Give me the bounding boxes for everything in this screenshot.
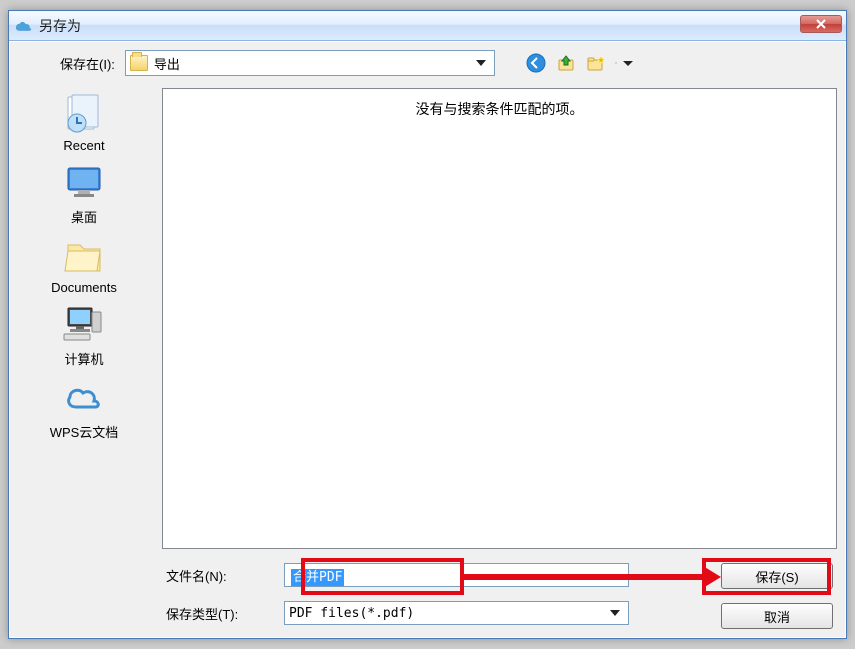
view-icon [615,54,617,72]
back-icon [526,53,546,73]
chevron-down-icon [623,61,633,66]
up-icon [556,53,576,73]
filetype-value: PDF files(*.pdf) [289,606,414,621]
save-as-dialog: 另存为 保存在(I): 导出 [8,10,847,639]
places-computer[interactable]: 计算机 [10,303,158,368]
filetype-combo[interactable]: PDF files(*.pdf) [284,601,629,625]
cancel-button-label: 取消 [764,607,790,626]
desktop-icon [61,161,107,205]
places-documents[interactable]: Documents [10,234,158,295]
close-icon [815,19,827,29]
cloud-icon [15,20,33,32]
save-button[interactable]: 保存(S) [721,563,833,589]
chevron-down-icon [476,60,486,66]
new-folder-icon [586,53,606,73]
places-recent[interactable]: Recent [10,92,158,153]
button-column: 保存(S) 取消 [721,563,833,629]
save-in-combo[interactable]: 导出 [125,50,495,76]
file-list-pane[interactable]: 没有与搜索条件匹配的项。 [162,88,837,549]
cancel-button[interactable]: 取消 [721,603,833,629]
topbar: 保存在(I): 导出 [10,42,845,84]
folder-icon [130,55,148,71]
bottom-panel: 文件名(N): 合并PDF 保存类型(T): PDF files(*.pdf) … [10,557,845,637]
window-title: 另存为 [39,16,81,36]
close-button[interactable] [800,15,842,33]
recent-icon [61,92,107,136]
titlebar: 另存为 [9,11,846,41]
places-label: Documents [10,280,158,295]
save-in-label: 保存在(I): [60,54,115,73]
places-label: 桌面 [10,207,158,226]
places-wps-cloud[interactable]: WPS云文档 [10,376,158,441]
middle-area: Recent 桌面 [10,84,845,557]
back-button[interactable] [525,52,547,74]
save-button-label: 保存(S) [755,567,798,586]
nav-icon-group [525,52,637,74]
chevron-down-icon [610,610,620,616]
filename-label: 文件名(N): [166,566,266,585]
up-button[interactable] [555,52,577,74]
filename-value: 合并PDF [291,569,344,586]
places-desktop[interactable]: 桌面 [10,161,158,226]
view-menu-button[interactable] [615,52,637,74]
filetype-label: 保存类型(T): [166,604,266,623]
empty-state-text: 没有与搜索条件匹配的项。 [416,99,584,548]
places-label: WPS云文档 [10,422,158,441]
wps-cloud-icon [61,376,107,420]
save-in-folder-name: 导出 [154,54,180,73]
places-bar: Recent 桌面 [10,84,158,557]
filename-input[interactable]: 合并PDF [284,563,629,587]
dialog-body: 保存在(I): 导出 [9,41,846,638]
computer-icon [61,303,107,347]
new-folder-button[interactable] [585,52,607,74]
places-label: Recent [10,138,158,153]
places-label: 计算机 [10,349,158,368]
documents-icon [61,234,107,278]
